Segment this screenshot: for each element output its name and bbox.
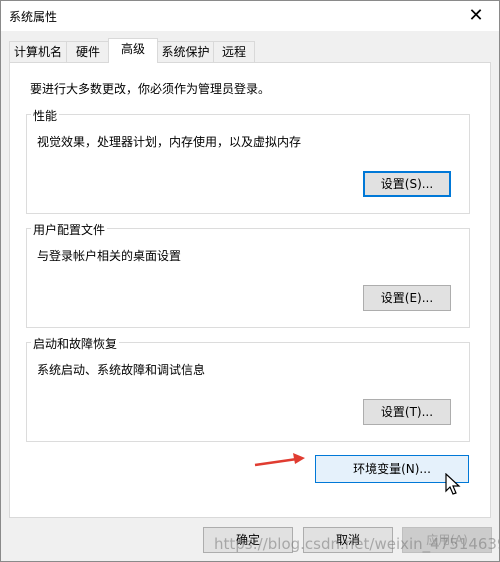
performance-group: 性能 视觉效果，处理器计划，内存使用，以及虚拟内存 设置(S)...	[26, 107, 470, 214]
window-title: 系统属性	[9, 10, 58, 24]
mouse-pointer-icon	[445, 473, 461, 495]
tab-system-protection[interactable]: 系统保护	[157, 41, 214, 62]
user-profiles-group-title: 用户配置文件	[31, 221, 108, 238]
startup-recovery-group-title: 启动和故障恢复	[31, 335, 120, 352]
tab-computer-name[interactable]: 计算机名	[9, 41, 67, 62]
startup-recovery-group: 启动和故障恢复 系统启动、系统故障和调试信息 设置(T)...	[26, 335, 470, 442]
tab-hardware[interactable]: 硬件	[66, 41, 110, 62]
red-arrow-annotation	[254, 453, 305, 467]
user-profiles-settings-button[interactable]: 设置(E)...	[363, 285, 451, 311]
startup-recovery-description: 系统启动、系统故障和调试信息	[37, 363, 206, 377]
performance-settings-button[interactable]: 设置(S)...	[363, 171, 451, 197]
startup-recovery-settings-button[interactable]: 设置(T)...	[363, 399, 451, 425]
tab-remote[interactable]: 远程	[213, 41, 255, 62]
user-profiles-description: 与登录帐户相关的桌面设置	[37, 249, 182, 263]
advanced-tab-panel: 要进行大多数更改，你必须作为管理员登录。 性能 视觉效果，处理器计划，内存使用，…	[9, 62, 491, 518]
close-icon[interactable]: ✕	[453, 1, 499, 31]
admin-note: 要进行大多数更改，你必须作为管理员登录。	[30, 82, 271, 96]
watermark-text: https://blog.csdn.net/weixin_47514639	[214, 535, 500, 553]
performance-description: 视觉效果，处理器计划，内存使用，以及虚拟内存	[37, 135, 302, 149]
tab-advanced[interactable]: 高级	[108, 38, 158, 63]
title-bar[interactable]: 系统属性 ✕	[1, 1, 499, 31]
system-properties-window: 系统属性 ✕ 计算机名 硬件 高级 系统保护 远程 要进行大多数更改，你必须作为…	[0, 0, 500, 562]
user-profiles-group: 用户配置文件 与登录帐户相关的桌面设置 设置(E)...	[26, 221, 470, 328]
performance-group-title: 性能	[31, 107, 60, 124]
